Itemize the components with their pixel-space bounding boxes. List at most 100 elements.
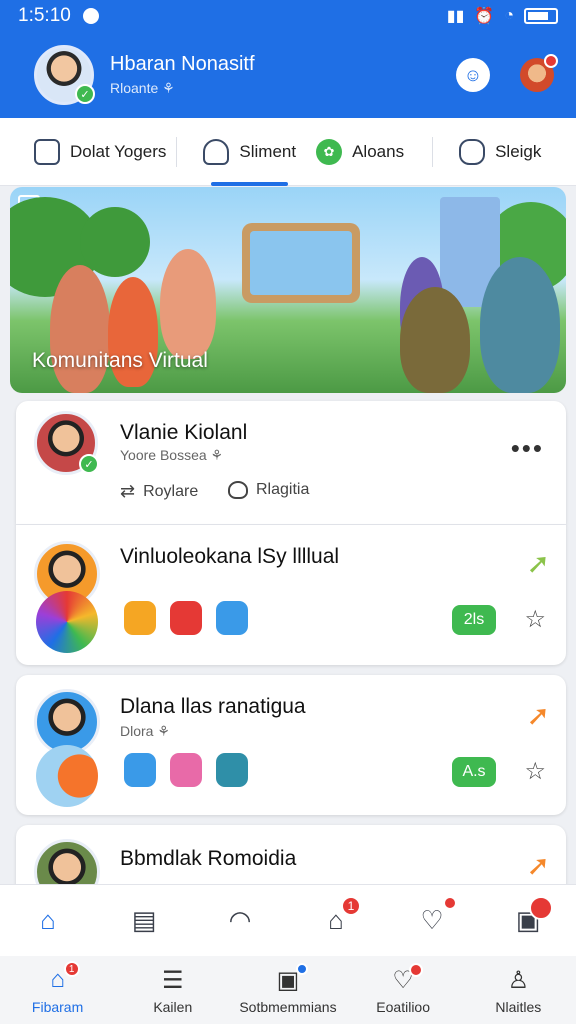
speaker-icon: ▣ — [272, 963, 308, 995]
nav-label: Eoatilioo — [376, 999, 430, 1015]
arrow-icon[interactable]: ➚ — [527, 699, 550, 732]
heart-icon[interactable]: ♡ — [415, 895, 457, 938]
tab-aloans[interactable]: ✿ Aloans — [306, 118, 414, 186]
arrow-icon[interactable]: ➚ — [527, 849, 550, 882]
status-bar: 1:5:10 ▮▮ ⏰ ◔ — [0, 0, 576, 32]
banner-caption: Komunitans Virtual — [32, 349, 208, 372]
notification-badge — [544, 54, 558, 68]
tab-sliment[interactable]: Sliment — [193, 118, 306, 186]
item-title: Dlana llas ranatigua — [120, 695, 306, 718]
monster-sticker-icon — [170, 753, 202, 787]
nav-item-nlaitles[interactable]: ♙ Nlaitles — [463, 965, 573, 1016]
count-badge: 2ls — [452, 605, 496, 635]
share-icon[interactable]: ☆ — [524, 605, 546, 634]
list-item[interactable]: Dlana llas ranatigua Dlora ⚘ ➚ A.s ☆ — [16, 675, 566, 815]
wifi-icon: ◔ — [504, 7, 514, 24]
header-subtitle: Rloante ⚘ — [110, 80, 175, 96]
nav-label: Kailen — [153, 999, 193, 1015]
signal-icon: ▮▮ — [446, 8, 465, 25]
pot-sticker-icon — [216, 753, 248, 787]
robot-sticker-icon — [216, 601, 248, 635]
like-button[interactable]: Rlagitia — [228, 481, 309, 499]
notification-badge: 1 — [63, 961, 80, 977]
nav-label: Nlaitles — [495, 999, 542, 1015]
more-options-icon[interactable]: ••• — [511, 433, 544, 464]
user-avatar[interactable]: ✓ — [34, 45, 95, 105]
feed: ✓ Vlanie Kiolanl Yoore Bossea ⚘ ••• ⇄ Ro… — [16, 401, 566, 905]
home-icon: ⌂ 1 — [42, 961, 80, 995]
post-author: Vlanie Kiolanl — [120, 421, 248, 444]
tab-sleigk[interactable]: Sleigk — [449, 118, 551, 186]
battery-icon — [524, 8, 558, 24]
group-outline-icon — [459, 138, 486, 165]
person-illustration — [160, 249, 216, 359]
tab-label: Sleigk — [495, 141, 542, 161]
arrow-icon[interactable]: ➚ — [527, 547, 550, 580]
community-banner[interactable]: Komunitans Virtual — [10, 187, 566, 393]
tab-label: Aloans — [352, 141, 405, 161]
home-icon[interactable]: ⌂ — [31, 904, 65, 938]
media-icon[interactable]: ▣ — [511, 895, 553, 938]
person-illustration — [50, 265, 110, 393]
nav-label: Sotbmemmians — [239, 999, 337, 1015]
item-title: Bbmdlak Romoidia — [120, 847, 297, 870]
list-icon: ☰ — [162, 966, 184, 994]
gift-sticker-icon — [124, 753, 156, 787]
tab-dolat-yogers[interactable]: Dolat Yogers — [24, 118, 176, 186]
newspaper-icon[interactable]: ▤ — [127, 904, 161, 938]
repost-icon: ⇄ — [120, 481, 136, 501]
person-outline-icon — [203, 138, 230, 165]
header-title: Hbaran Nonasitf — [110, 53, 255, 75]
app-header: ✓ Hbaran Nonasitf Rloante ⚘ ☺ — [0, 32, 576, 118]
item-meta: Dlora ⚘ — [120, 723, 170, 739]
repost-button[interactable]: ⇄ Roylare — [120, 481, 198, 502]
alarm-icon: ⏰ — [474, 8, 495, 25]
sticker-row — [124, 753, 248, 787]
rainbow-icon[interactable]: ◠ — [223, 904, 257, 938]
nav-item-kailen[interactable]: ☰ Kailen — [118, 965, 228, 1016]
chat-leaf-icon: ✿ — [316, 138, 343, 165]
heart-icon — [228, 481, 248, 499]
notification-badge — [443, 895, 457, 910]
secondary-nav: ⌂ ▤ ◠ ⌂ 1 ♡ ▣ — [0, 884, 576, 956]
notification-badge — [295, 963, 308, 975]
profile-avatar-icon[interactable] — [520, 54, 558, 92]
notification-badge: 1 — [341, 895, 361, 916]
house-notification-icon[interactable]: ⌂ 1 — [319, 895, 361, 938]
rainbow-ball-icon — [36, 591, 98, 653]
post-meta: Yoore Bossea ⚘ — [120, 447, 224, 463]
top-tabs: Dolat Yogers Sliment ✿ Aloans Sleigk — [0, 118, 576, 186]
tv-screen-illustration — [242, 223, 360, 303]
sticker-row — [124, 601, 248, 635]
notification-badge — [529, 895, 553, 920]
status-icons: ▮▮ ⏰ ◔ — [447, 6, 558, 26]
status-time: 1:5:10 — [18, 5, 71, 26]
avatar[interactable]: ✓ — [34, 411, 99, 475]
person-illustration — [400, 287, 470, 393]
nav-label: Fibaram — [31, 999, 84, 1015]
item-title: Vinluoleokana lSy llllual — [120, 545, 340, 568]
tab-label: Dolat Yogers — [70, 141, 167, 161]
repost-label: Roylare — [143, 482, 199, 500]
nav-item-fibaram[interactable]: ⌂ 1 Fibaram — [3, 961, 113, 1015]
divider — [432, 136, 434, 167]
chat-bubble-icon[interactable]: ☺ — [456, 58, 490, 92]
user-icon: ♙ — [507, 966, 530, 994]
verified-icon: ✓ — [79, 454, 99, 474]
tab-label: Sliment — [239, 141, 297, 161]
post-card[interactable]: ✓ Vlanie Kiolanl Yoore Bossea ⚘ ••• ⇄ Ro… — [16, 401, 566, 525]
car-sticker-icon — [170, 601, 202, 635]
person-illustration — [480, 257, 560, 393]
heart-chat-icon: ♡ — [387, 963, 424, 995]
share-icon[interactable]: ☆ — [524, 757, 546, 786]
divider — [176, 136, 178, 167]
home-outline-icon — [34, 138, 60, 165]
notification-dot-icon — [82, 8, 99, 24]
video-play-icon[interactable] — [36, 745, 98, 807]
nav-item-eoatilioo[interactable]: ♡ Eoatilioo — [348, 963, 458, 1015]
like-label: Rlagitia — [256, 481, 310, 498]
nav-item-sotbmemmians[interactable]: ▣ Sotbmemmians — [233, 963, 343, 1015]
notification-badge — [409, 963, 424, 977]
list-item[interactable]: Vinluoleokana lSy llllual ➚ 2ls ☆ — [16, 525, 566, 665]
verified-icon: ✓ — [75, 84, 95, 104]
